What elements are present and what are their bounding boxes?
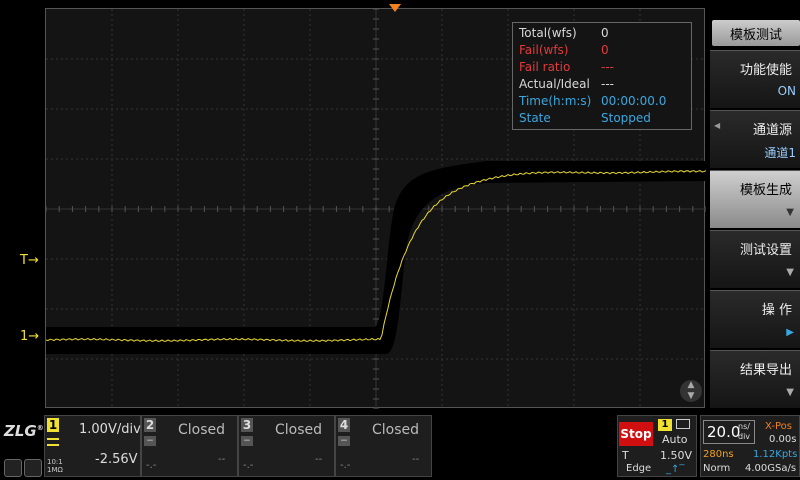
channel2-offset: --	[218, 454, 226, 465]
scroll-updown-icon[interactable]: ▲ ▼	[680, 380, 702, 402]
menu-item-label: 结果导出	[739, 363, 792, 378]
menu-channel-source[interactable]: ◀ 通道源 通道1	[710, 110, 800, 168]
menu-item-value: ON	[777, 84, 796, 98]
trigger-label: T	[622, 449, 629, 462]
stat-label: Fail(wfs)	[519, 43, 569, 57]
channel3-offset: --	[315, 454, 323, 465]
trigger-position-marker[interactable]	[389, 4, 401, 12]
channel1-probe-ratio: 10:1	[47, 458, 63, 466]
stat-value: 0	[601, 43, 609, 57]
channel1-number: 1	[47, 418, 59, 432]
xpos-label: X-Pos	[765, 421, 792, 432]
timebase-panel[interactable]: 20.0 ns/ div X-Pos 0.00s 280ns 1.12Kpts …	[700, 415, 800, 477]
menu-mask-generate[interactable]: 模板生成 ▼	[710, 170, 800, 228]
zlg-logo: ZLG®	[4, 422, 44, 440]
channel1-panel[interactable]: 1 1.00V/div -2.56V 10:1 1MΩ	[44, 415, 141, 477]
stat-value: 00:00:00.0	[601, 94, 667, 108]
mask-test-stats-panel: Total(wfs) 0 Fail(wfs) 0 Fail ratio --- Actual…	[512, 22, 692, 130]
trigger-level: 1.50V	[660, 449, 693, 462]
channel1-impedance: 1MΩ	[47, 466, 63, 474]
channel2-number: 2	[144, 418, 156, 432]
channel3-scale: -.-	[243, 460, 254, 471]
trigger-panel[interactable]: Stop 1 Auto T 1.50V Edge _↑‾	[617, 415, 697, 477]
stat-value: 0	[601, 26, 609, 40]
probe-icon[interactable]	[4, 459, 22, 477]
trigger-level-label: T	[20, 253, 28, 268]
menu-function-enable[interactable]: 功能使能 ON	[710, 50, 800, 108]
channel1-offset: -2.56V	[95, 452, 138, 467]
trigger-level-marker[interactable]: T→	[20, 253, 39, 268]
memory-depth: 1.12Kpts	[753, 449, 798, 460]
menu-item-label: 模板生成	[739, 183, 792, 198]
chevron-down-icon: ▼	[786, 267, 794, 278]
delay-value: 280ns	[703, 449, 734, 460]
chevron-down-icon: ▼	[786, 207, 794, 218]
stat-label: Fail ratio	[519, 60, 571, 74]
menu-export-results[interactable]: 结果导出 ▼	[710, 350, 800, 408]
timebase-scale[interactable]: 20.0 ns/ div	[703, 420, 755, 444]
channel4-status: Closed	[372, 422, 420, 438]
play-icon: ▶	[786, 327, 794, 338]
channel3-status: Closed	[275, 422, 323, 438]
channel1-scale: 1.00V/div	[79, 422, 141, 437]
channel2-status: Closed	[178, 422, 226, 438]
channel3-number: 3	[241, 418, 253, 432]
menu-operation[interactable]: 操 作 ▶	[710, 290, 800, 348]
stat-label: Time(h:m:s)	[519, 94, 592, 108]
menu-item-label: 测试设置	[739, 243, 792, 258]
status-bar: ZLG® 1 1.00V/div -2.56V 10:1 1MΩ 2 − Clo…	[0, 412, 800, 480]
timebase-value: 20.0	[707, 423, 741, 441]
chevron-down-icon: ▼	[786, 387, 794, 398]
stat-label: Total(wfs)	[519, 26, 577, 40]
rising-edge-icon: _↑‾	[666, 464, 685, 475]
xpos-value: 0.00s	[769, 434, 797, 445]
stat-value: Stopped	[601, 111, 651, 125]
triangle-left-icon: ◀	[714, 121, 721, 130]
channel4-panel[interactable]: 4 − Closed -.- --	[335, 415, 432, 477]
minus-icon: −	[144, 436, 156, 446]
menu-item-label: 通道源	[752, 123, 792, 138]
timebase-unit-top: ns/	[738, 422, 750, 431]
arrow-right-icon: →	[27, 253, 39, 268]
stat-value: ---	[601, 77, 614, 91]
channel4-number: 4	[338, 418, 350, 432]
channel1-offset-marker[interactable]: 1→	[20, 329, 39, 344]
menu-test-settings[interactable]: 测试设置 ▼	[710, 230, 800, 288]
screenshot-icon[interactable]	[24, 459, 42, 477]
arrow-right-icon: →	[28, 329, 40, 344]
timebase-unit-bottom: div	[738, 432, 751, 441]
minus-icon: −	[338, 436, 350, 446]
run-stop-button[interactable]: Stop	[619, 422, 653, 446]
acquire-mode: Norm	[703, 463, 731, 474]
stat-label: State	[519, 111, 551, 125]
channel4-offset: --	[412, 454, 420, 465]
channel2-panel[interactable]: 2 − Closed -.- --	[141, 415, 238, 477]
memory-icon	[676, 419, 690, 429]
trigger-source-badge: 1	[658, 419, 672, 431]
stat-label: Actual/Ideal	[519, 77, 590, 91]
menu-item-label: 操 作	[761, 303, 792, 318]
channel2-scale: -.-	[146, 460, 157, 471]
sample-rate: 4.00GSa/s	[745, 463, 797, 474]
channel3-panel[interactable]: 3 − Closed -.- --	[238, 415, 335, 477]
side-menu: 模板测试 功能使能 ON ◀ 通道源 通道1 模板生成 ▼ 测试设置 ▼ 操 作…	[708, 20, 800, 410]
trigger-type: Edge	[626, 463, 652, 474]
minus-icon: −	[241, 436, 253, 446]
menu-item-label: 功能使能	[739, 63, 792, 78]
menu-title: 模板测试	[712, 20, 800, 46]
channel4-scale: -.-	[340, 460, 351, 471]
trigger-mode: Auto	[662, 433, 688, 446]
stat-value: ---	[601, 60, 614, 74]
dc-coupling-icon	[47, 438, 59, 446]
menu-item-value: 通道1	[764, 146, 796, 160]
